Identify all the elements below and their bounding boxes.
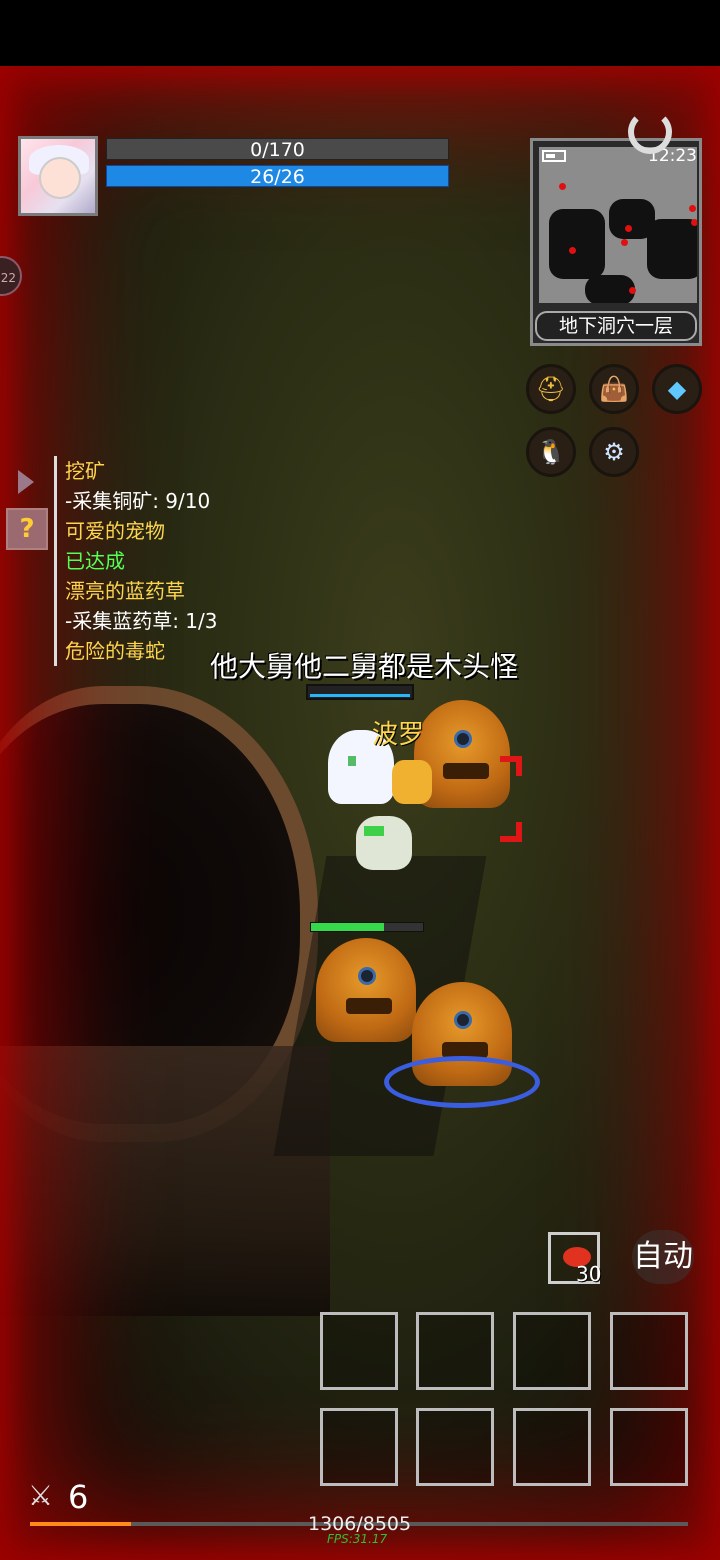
gear-icon[interactable]: ⚙	[589, 427, 639, 477]
mp-text: 26/26	[250, 166, 305, 188]
minimap-wall	[585, 275, 635, 303]
monster-eye	[454, 1011, 472, 1030]
bag-icon[interactable]: 👜	[589, 364, 639, 414]
minimap-enemy-dot	[629, 287, 636, 294]
quest-status: 已达成	[65, 549, 125, 573]
wood-monster[interactable]	[316, 938, 416, 1042]
target-bar	[306, 684, 414, 700]
avatar-face	[39, 157, 81, 199]
quest-sub: -采集铜矿: 9/10	[65, 489, 211, 513]
skill-slot[interactable]	[513, 1312, 591, 1390]
minimap-grid	[539, 147, 697, 303]
crossed-swords-icon: ⚔	[28, 1479, 54, 1512]
monster-mouth	[442, 762, 489, 779]
hp-bar: 0/170	[106, 138, 449, 161]
skill-slot[interactable]	[513, 1408, 591, 1486]
fps-counter: FPS:31.17	[327, 1532, 388, 1546]
skill-slot[interactable]	[320, 1312, 398, 1390]
status-bar	[0, 0, 720, 66]
player-avatar[interactable]	[18, 136, 98, 216]
hp-text: 0/170	[250, 139, 305, 161]
xp-bar-fill	[30, 1522, 132, 1526]
target-marker	[500, 756, 522, 776]
target-bar-fill	[310, 694, 410, 697]
quest-title: 漂亮的蓝药草	[65, 579, 185, 603]
quest-sub: -采集蓝药草: 1/3	[65, 609, 218, 633]
quest-question-icon[interactable]: ?	[6, 508, 48, 550]
item-count: 30	[576, 1262, 602, 1286]
expand-arrow-icon[interactable]	[18, 470, 34, 494]
mp-bar: 26/26	[106, 165, 449, 188]
minimap-enemy-dot	[621, 239, 628, 246]
skill-slot[interactable]	[416, 1408, 494, 1486]
fox-pet[interactable]	[392, 760, 432, 804]
monster-mouth	[346, 998, 392, 1015]
enemy-hp-bar	[310, 922, 424, 932]
penguin-icon[interactable]: 🐧	[526, 427, 576, 477]
location-label: 地下洞穴一层	[535, 311, 697, 341]
minimap-wall	[647, 219, 697, 279]
rock-wall	[0, 1046, 330, 1316]
quest-title: 挖矿	[65, 459, 105, 483]
battery-icon	[542, 150, 566, 162]
pet-name: 波罗	[372, 720, 425, 750]
player-character[interactable]	[356, 816, 412, 870]
portal-ring[interactable]	[384, 1056, 540, 1108]
minimap[interactable]: 地下洞穴一层	[530, 138, 702, 346]
quest-title: 可爱的宠物	[65, 519, 165, 543]
auto-button[interactable]: 自动	[632, 1230, 694, 1284]
refresh-icon[interactable]	[628, 110, 672, 154]
scene-banner: 他大舅他二舅都是木头怪	[210, 650, 519, 683]
crystal-icon[interactable]: ◆	[652, 364, 702, 414]
minimap-enemy-dot	[625, 225, 632, 232]
quest-tracker[interactable]: 挖矿 -采集铜矿: 9/10 可爱的宠物 已达成 漂亮的蓝药草 -采集蓝药草: …	[54, 456, 314, 666]
skill-slot[interactable]	[610, 1408, 688, 1486]
target-marker	[500, 822, 522, 842]
enemy-hp-fill	[311, 923, 384, 931]
monster-eye	[454, 730, 473, 749]
minimap-enemy-dot	[691, 219, 697, 226]
monster-eye	[358, 967, 376, 986]
player-level: 6	[68, 1478, 89, 1516]
helmet-icon[interactable]: ⛑	[526, 364, 576, 414]
minimap-enemy-dot	[559, 183, 566, 190]
skill-slot[interactable]	[416, 1312, 494, 1390]
minimap-enemy-dot	[569, 247, 576, 254]
minimap-wall	[549, 209, 605, 279]
skill-slot[interactable]	[610, 1312, 688, 1390]
minimap-enemy-dot	[689, 205, 696, 212]
skill-slot[interactable]	[320, 1408, 398, 1486]
